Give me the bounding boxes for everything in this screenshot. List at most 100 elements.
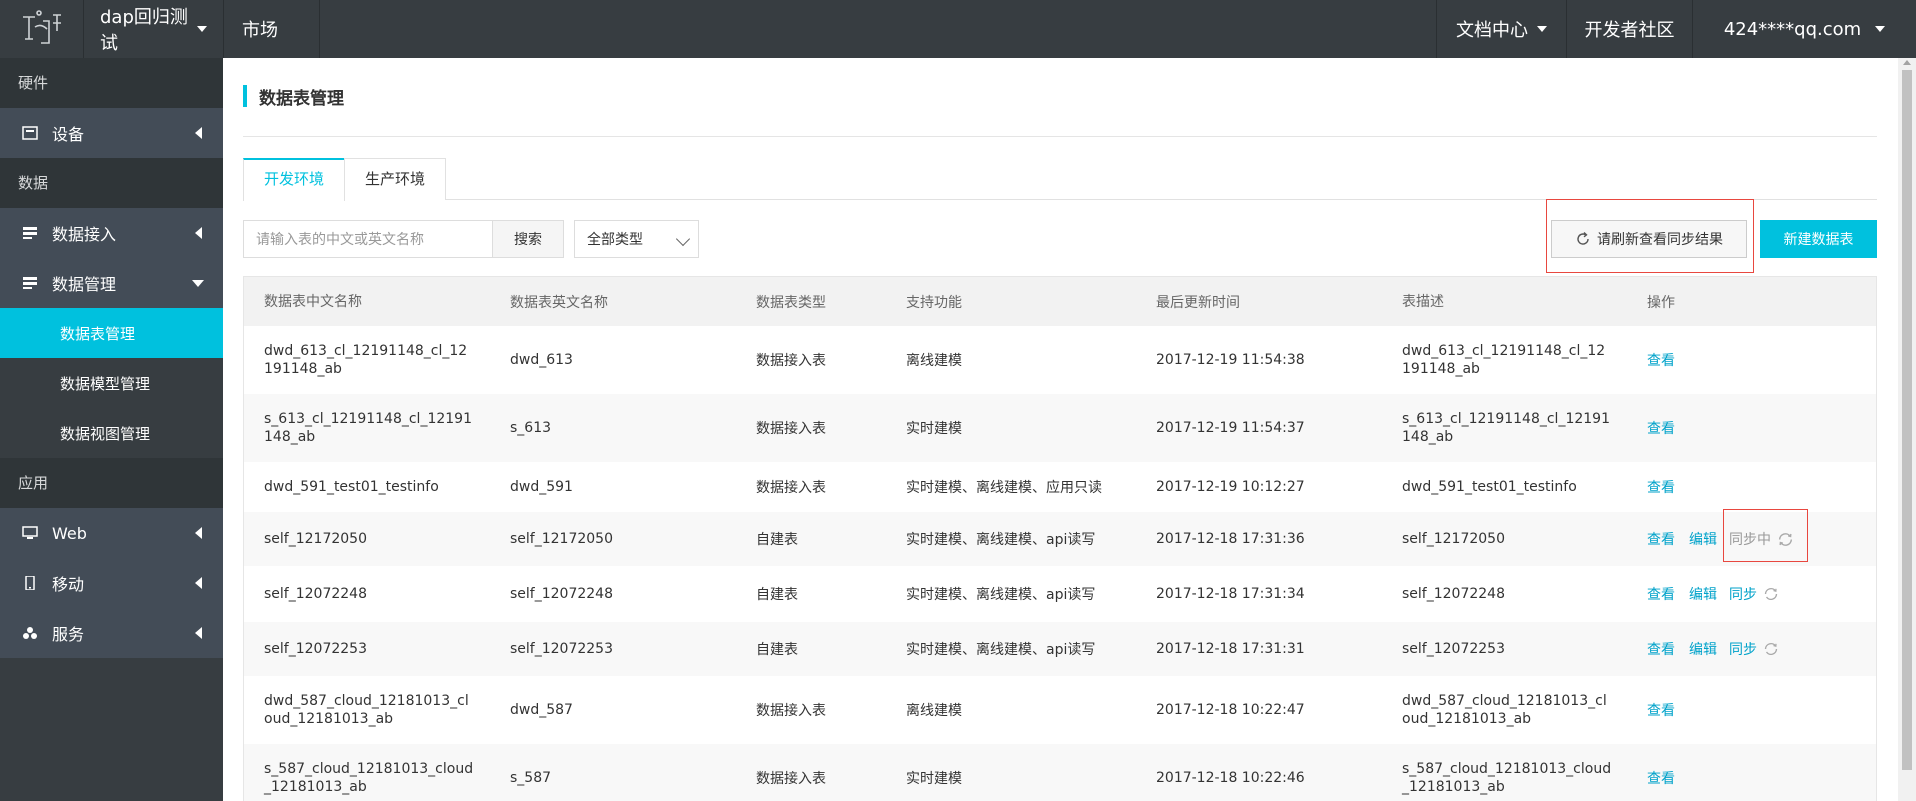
nav-docs[interactable]: 文档中心 xyxy=(1436,0,1566,58)
data-table: 数据表中文名称 数据表英文名称 数据表类型 支持功能 最后更新时间 表描述 操作… xyxy=(243,276,1877,801)
monitor-icon xyxy=(22,526,38,539)
cell-en-name: dwd_613 xyxy=(510,352,573,368)
cell-type: 数据接入表 xyxy=(756,421,826,437)
refresh-button[interactable]: 请刷新查看同步结果 xyxy=(1551,220,1747,258)
cell-en-name: s_613 xyxy=(510,420,552,436)
cell-func: 实时建模、离线建模、应用只读 xyxy=(906,480,1102,496)
cell-func: 实时建模、离线建模、api读写 xyxy=(906,532,1096,548)
sync-link[interactable]: 同步 xyxy=(1729,584,1757,604)
cell-time: 2017-12-19 11:54:37 xyxy=(1156,420,1305,436)
sidebar-item-model-manage[interactable]: 数据模型管理 xyxy=(0,358,223,408)
account-menu[interactable]: 424****qq.com xyxy=(1692,0,1916,58)
tab-prod[interactable]: 生产环境 xyxy=(344,158,447,200)
nav-market[interactable]: 市场 xyxy=(224,0,320,58)
cell-en-name: self_12072253 xyxy=(510,641,613,657)
cell-desc: dwd_613_cl_12191148_cl_12191148_ab xyxy=(1402,343,1606,377)
view-link[interactable]: 查看 xyxy=(1647,768,1675,788)
cell-cn-name: self_12072253 xyxy=(264,641,367,657)
project-selector[interactable]: dap回归测试 xyxy=(84,0,224,58)
env-tabs: 开发环境 生产环境 xyxy=(243,158,1877,201)
cell-time: 2017-12-18 17:31:34 xyxy=(1156,586,1305,602)
view-link[interactable]: 查看 xyxy=(1647,584,1675,604)
nav-docs-label: 文档中心 xyxy=(1456,20,1528,41)
sync-link[interactable]: 同步 xyxy=(1729,639,1757,659)
cell-actions: 查看 xyxy=(1647,350,1867,370)
nav-community[interactable]: 开发者社区 xyxy=(1566,0,1692,58)
view-link[interactable]: 查看 xyxy=(1647,350,1675,370)
edit-link[interactable]: 编辑 xyxy=(1689,529,1717,549)
cell-func: 实时建模、离线建模、api读写 xyxy=(906,642,1096,658)
cubes-icon xyxy=(23,627,37,639)
cell-type: 数据接入表 xyxy=(756,703,826,719)
sidebar: 硬件 设备 数据 数据接入 数据管理 数据表管理 数据模型管理 数据视图管理 应… xyxy=(0,58,223,801)
edit-link[interactable]: 编辑 xyxy=(1689,639,1717,659)
refresh-icon xyxy=(1577,231,1589,245)
top-navbar: dap回归测试 市场 文档中心 开发者社区 424****qq.com xyxy=(0,0,1916,58)
cell-desc: self_12172050 xyxy=(1402,531,1505,547)
sidebar-item-label: 数据管理 xyxy=(52,275,117,294)
chevron-left-icon xyxy=(195,627,202,639)
sidebar-item-label: 设备 xyxy=(52,125,85,144)
search-button[interactable]: 搜索 xyxy=(492,220,564,258)
cell-time: 2017-12-18 10:22:47 xyxy=(1156,702,1305,718)
sync-highlight-box xyxy=(1723,509,1808,562)
cell-cn-name: dwd_587_cloud_12181013_cloud_12181013_ab xyxy=(264,693,469,727)
col-header-desc: 表描述 xyxy=(1402,293,1444,310)
view-link[interactable]: 查看 xyxy=(1647,700,1675,720)
col-header-cn-name: 数据表中文名称 xyxy=(264,293,362,310)
col-header-time: 最后更新时间 xyxy=(1156,294,1240,311)
nav-market-label: 市场 xyxy=(242,20,278,41)
view-link[interactable]: 查看 xyxy=(1647,418,1675,438)
type-select[interactable]: 全部类型 xyxy=(574,220,699,258)
cell-en-name: s_587 xyxy=(510,770,552,786)
scrollbar-thumb[interactable] xyxy=(1902,70,1912,770)
cell-actions: 查看 编辑 同步 xyxy=(1647,639,1867,659)
chevron-left-icon xyxy=(195,577,202,589)
edit-link[interactable]: 编辑 xyxy=(1689,584,1717,604)
sync-icon xyxy=(1764,587,1778,601)
sidebar-item-service[interactable]: 服务 xyxy=(0,608,223,658)
view-link[interactable]: 查看 xyxy=(1647,477,1675,497)
cell-actions: 查看 编辑 同步 xyxy=(1647,584,1867,604)
cell-cn-name: self_12072248 xyxy=(264,586,367,602)
sidebar-item-web[interactable]: Web xyxy=(0,508,223,558)
table-row: self_12072253 self_12072253 自建表 实时建模、离线建… xyxy=(244,622,1876,676)
sidebar-item-data-ingest[interactable]: 数据接入 xyxy=(0,208,223,258)
device-icon xyxy=(22,126,38,140)
table-row: dwd_591_test01_testinfo dwd_591 数据接入表 实时… xyxy=(244,462,1876,512)
chevron-down-icon xyxy=(1875,26,1886,32)
cell-desc: dwd_591_test01_testinfo xyxy=(1402,479,1577,495)
type-select-value: 全部类型 xyxy=(587,232,643,248)
sidebar-item-view-manage[interactable]: 数据视图管理 xyxy=(0,408,223,458)
col-header-type: 数据表类型 xyxy=(756,294,826,311)
new-table-button[interactable]: 新建数据表 xyxy=(1760,220,1877,258)
cell-time: 2017-12-18 17:31:36 xyxy=(1156,531,1305,547)
cell-type: 数据接入表 xyxy=(756,353,826,369)
sidebar-item-data-manage[interactable]: 数据管理 xyxy=(0,258,223,308)
list-icon xyxy=(23,227,37,239)
cell-type: 数据接入表 xyxy=(756,480,826,496)
col-header-actions: 操作 xyxy=(1647,294,1675,311)
page-title-text: 数据表管理 xyxy=(259,88,344,109)
cell-func: 实时建模、离线建模、api读写 xyxy=(906,587,1096,603)
tab-dev[interactable]: 开发环境 xyxy=(243,158,346,201)
sidebar-item-device[interactable]: 设备 xyxy=(0,108,223,158)
sidebar-item-table-manage[interactable]: 数据表管理 xyxy=(0,308,223,358)
col-header-en-name: 数据表英文名称 xyxy=(510,294,608,311)
cell-desc: s_587_cloud_12181013_cloud_12181013_ab xyxy=(1402,761,1612,795)
chevron-down-icon xyxy=(1537,26,1547,32)
refresh-button-label: 请刷新查看同步结果 xyxy=(1597,232,1723,248)
cell-type: 自建表 xyxy=(756,532,798,548)
logo[interactable] xyxy=(0,0,84,58)
sidebar-item-mobile[interactable]: 移动 xyxy=(0,558,223,608)
cell-type: 自建表 xyxy=(756,587,798,603)
cell-en-name: self_12172050 xyxy=(510,531,613,547)
view-link[interactable]: 查看 xyxy=(1647,529,1675,549)
cell-actions: 查看 xyxy=(1647,700,1867,720)
scroll-up-icon[interactable] xyxy=(1903,60,1911,65)
sidebar-group-data: 数据 xyxy=(0,158,223,208)
vertical-scrollbar[interactable] xyxy=(1898,58,1916,801)
search-input[interactable]: 请输入表的中文或英文名称 xyxy=(243,220,493,258)
chevron-left-icon xyxy=(195,527,202,539)
view-link[interactable]: 查看 xyxy=(1647,639,1675,659)
